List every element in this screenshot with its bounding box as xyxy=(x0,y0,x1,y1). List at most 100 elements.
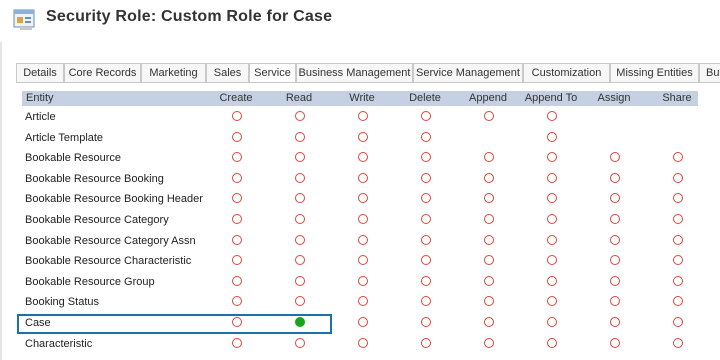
permission-none-icon[interactable] xyxy=(484,193,494,204)
permission-none-icon[interactable] xyxy=(484,296,494,307)
permission-none-icon[interactable] xyxy=(547,234,557,245)
tab-customization[interactable]: Customization xyxy=(523,63,610,82)
permission-none-icon[interactable] xyxy=(295,255,305,266)
permission-none-icon[interactable] xyxy=(610,255,620,266)
tab-business-management[interactable]: Business Management xyxy=(296,63,413,82)
permission-none-icon[interactable] xyxy=(358,172,368,183)
permission-none-icon[interactable] xyxy=(421,193,431,204)
permission-none-icon[interactable] xyxy=(358,131,368,142)
permission-none-icon[interactable] xyxy=(421,296,431,307)
permission-none-icon[interactable] xyxy=(358,193,368,204)
permission-none-icon[interactable] xyxy=(421,316,431,327)
permission-none-icon[interactable] xyxy=(484,111,494,121)
permission-none-icon[interactable] xyxy=(358,234,368,245)
permission-none-icon[interactable] xyxy=(673,213,683,224)
permission-none-icon[interactable] xyxy=(484,337,494,348)
permission-none-icon[interactable] xyxy=(484,255,494,266)
permission-none-icon[interactable] xyxy=(484,172,494,183)
permission-none-icon[interactable] xyxy=(232,111,242,121)
permission-none-icon[interactable] xyxy=(673,296,683,307)
permission-none-icon[interactable] xyxy=(295,337,305,348)
permission-none-icon[interactable] xyxy=(232,337,242,348)
tab-missing-entities[interactable]: Missing Entities xyxy=(610,63,699,82)
permission-none-icon[interactable] xyxy=(421,152,431,163)
permission-none-icon[interactable] xyxy=(295,296,305,307)
permission-none-icon[interactable] xyxy=(610,152,620,163)
permission-none-icon[interactable] xyxy=(673,337,683,348)
col-share: Share xyxy=(662,92,692,104)
permission-none-icon[interactable] xyxy=(421,275,431,286)
tab-bus[interactable]: Bus xyxy=(699,63,720,82)
permission-none-icon[interactable] xyxy=(358,275,368,286)
tab-marketing[interactable]: Marketing xyxy=(141,63,206,82)
permission-none-icon[interactable] xyxy=(673,234,683,245)
permission-none-icon[interactable] xyxy=(232,213,242,224)
permission-none-icon[interactable] xyxy=(610,275,620,286)
tab-sales[interactable]: Sales xyxy=(206,63,249,82)
permission-none-icon[interactable] xyxy=(484,152,494,163)
permission-none-icon[interactable] xyxy=(547,337,557,348)
permission-none-icon[interactable] xyxy=(547,131,557,142)
permission-none-icon[interactable] xyxy=(295,172,305,183)
permission-none-icon[interactable] xyxy=(421,255,431,266)
permission-none-icon[interactable] xyxy=(547,193,557,204)
permission-none-icon[interactable] xyxy=(421,234,431,245)
permission-none-icon[interactable] xyxy=(232,296,242,307)
permission-none-icon[interactable] xyxy=(547,296,557,307)
permission-none-icon[interactable] xyxy=(295,275,305,286)
permission-none-icon[interactable] xyxy=(547,111,557,121)
permission-none-icon[interactable] xyxy=(484,275,494,286)
permission-none-icon[interactable] xyxy=(547,255,557,266)
permission-none-icon[interactable] xyxy=(232,255,242,266)
permission-none-icon[interactable] xyxy=(610,337,620,348)
permission-none-icon[interactable] xyxy=(295,111,305,121)
permission-none-icon[interactable] xyxy=(610,296,620,307)
permission-none-icon[interactable] xyxy=(232,193,242,204)
permission-none-icon[interactable] xyxy=(358,213,368,224)
permission-none-icon[interactable] xyxy=(358,255,368,266)
tab-details[interactable]: Details xyxy=(16,63,64,82)
permission-none-icon[interactable] xyxy=(547,275,557,286)
permission-none-icon[interactable] xyxy=(232,152,242,163)
permission-none-icon[interactable] xyxy=(358,337,368,348)
permission-none-icon[interactable] xyxy=(295,234,305,245)
permission-none-icon[interactable] xyxy=(484,234,494,245)
tab-service[interactable]: Service xyxy=(249,63,296,83)
permission-none-icon[interactable] xyxy=(610,193,620,204)
permission-none-icon[interactable] xyxy=(547,172,557,183)
permission-none-icon[interactable] xyxy=(673,193,683,204)
permission-none-icon[interactable] xyxy=(232,172,242,183)
permission-none-icon[interactable] xyxy=(547,152,557,163)
permission-none-icon[interactable] xyxy=(232,234,242,245)
permission-none-icon[interactable] xyxy=(610,234,620,245)
permission-none-icon[interactable] xyxy=(673,316,683,327)
permission-none-icon[interactable] xyxy=(610,213,620,224)
permission-none-icon[interactable] xyxy=(232,131,242,142)
permission-none-icon[interactable] xyxy=(295,131,305,142)
tab-core-records[interactable]: Core Records xyxy=(64,63,141,82)
permission-none-icon[interactable] xyxy=(295,213,305,224)
permission-none-icon[interactable] xyxy=(547,213,557,224)
permission-none-icon[interactable] xyxy=(421,172,431,183)
permission-none-icon[interactable] xyxy=(358,296,368,307)
permission-none-icon[interactable] xyxy=(610,316,620,327)
permission-none-icon[interactable] xyxy=(673,275,683,286)
permission-none-icon[interactable] xyxy=(484,213,494,224)
permission-none-icon[interactable] xyxy=(673,172,683,183)
permission-none-icon[interactable] xyxy=(295,193,305,204)
permission-none-icon[interactable] xyxy=(421,131,431,142)
permission-none-icon[interactable] xyxy=(673,152,683,163)
permission-none-icon[interactable] xyxy=(547,316,557,327)
permission-none-icon[interactable] xyxy=(358,111,368,121)
tab-service-management[interactable]: Service Management xyxy=(413,63,523,82)
permission-none-icon[interactable] xyxy=(358,152,368,163)
permission-none-icon[interactable] xyxy=(421,337,431,348)
permission-none-icon[interactable] xyxy=(610,172,620,183)
permission-none-icon[interactable] xyxy=(295,152,305,163)
permission-none-icon[interactable] xyxy=(673,255,683,266)
permission-none-icon[interactable] xyxy=(358,316,368,327)
permission-none-icon[interactable] xyxy=(421,111,431,121)
permission-none-icon[interactable] xyxy=(484,316,494,327)
permission-none-icon[interactable] xyxy=(232,275,242,286)
permission-none-icon[interactable] xyxy=(421,213,431,224)
